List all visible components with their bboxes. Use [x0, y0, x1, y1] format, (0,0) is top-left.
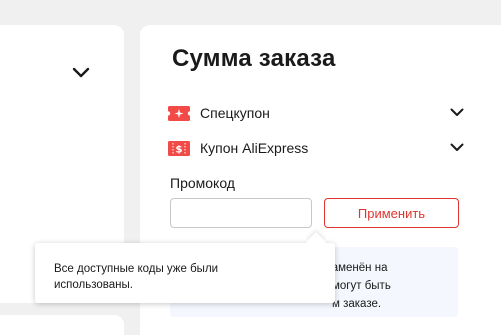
svg-text:$: $ [176, 145, 183, 156]
tooltip-text: Все доступные коды уже были использованы… [54, 261, 254, 293]
order-summary-title: Сумма заказа [172, 45, 336, 72]
chevron-down-icon[interactable] [72, 67, 90, 79]
left-panel-card-lower [0, 315, 124, 335]
promo-codes-used-tooltip: Все доступные коды уже были использованы… [35, 232, 335, 303]
coupon-label: Купон AliExpress [200, 140, 309, 156]
chevron-down-icon [450, 143, 464, 151]
chevron-down-icon [450, 108, 464, 116]
coupon-star-icon [168, 106, 190, 121]
coupon-label: Спецкупон [200, 105, 270, 121]
promo-code-input[interactable] [170, 198, 312, 228]
coupon-row-special[interactable]: Спецкупон [168, 103, 464, 125]
apply-promo-button[interactable]: Применить [324, 198, 459, 228]
coupon-row-aliexpress[interactable]: $ Купон AliExpress [168, 138, 464, 160]
promo-code-label: Промокод [170, 175, 235, 191]
coupon-dollar-icon: $ [168, 141, 190, 156]
